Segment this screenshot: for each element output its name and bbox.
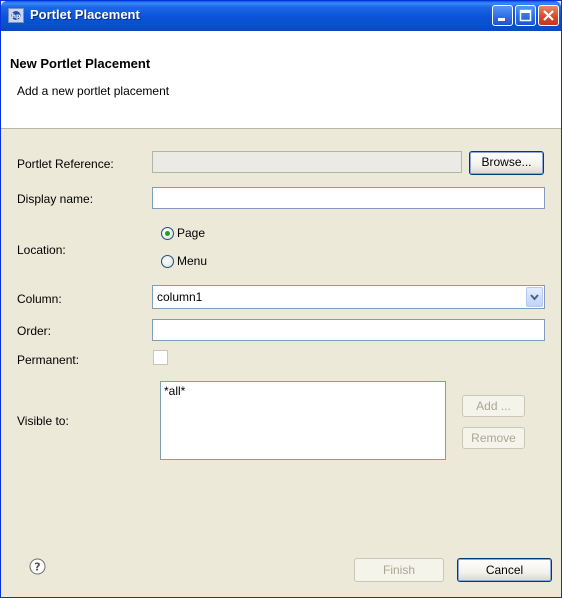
visible-to-label: Visible to:: [17, 414, 69, 428]
maximize-button[interactable]: [515, 5, 536, 26]
column-select[interactable]: column1: [152, 285, 545, 309]
window-title: Portlet Placement: [30, 7, 140, 22]
portlet-reference-label: Portlet Reference:: [17, 157, 114, 171]
radio-page-circle[interactable]: [161, 227, 174, 240]
radio-selected-dot: [165, 231, 170, 236]
display-name-field[interactable]: [152, 187, 545, 209]
page-description: Add a new portlet placement: [17, 84, 170, 98]
close-button[interactable]: [538, 5, 559, 26]
location-label: Location:: [17, 243, 66, 257]
radio-menu-circle[interactable]: [161, 255, 174, 268]
display-name-label: Display name:: [17, 192, 94, 206]
visible-to-list[interactable]: *all*: [160, 381, 446, 460]
permanent-label: Permanent:: [17, 353, 80, 367]
finish-button[interactable]: Finish: [354, 558, 444, 582]
order-field[interactable]: [152, 319, 545, 341]
chevron-down-icon[interactable]: [526, 287, 543, 307]
permanent-checkbox[interactable]: [153, 350, 168, 365]
list-item[interactable]: *all*: [164, 384, 185, 398]
page-title: New Portlet Placement: [10, 56, 151, 71]
svg-text:hp: hp: [12, 13, 21, 20]
radio-menu-label: Menu: [177, 254, 208, 268]
dialog-window: hp Portlet Placement New Portlet Placeme…: [0, 0, 562, 598]
column-label: Column:: [17, 292, 62, 306]
add-button[interactable]: Add ...: [462, 395, 525, 417]
portlet-reference-field[interactable]: [152, 151, 462, 173]
svg-text:?: ?: [34, 561, 40, 574]
browse-button[interactable]: Browse...: [469, 151, 544, 175]
radio-page-label: Page: [177, 226, 206, 240]
order-label: Order:: [17, 324, 52, 338]
minimize-button[interactable]: [492, 5, 513, 26]
help-icon[interactable]: ?: [29, 558, 46, 575]
title-bar[interactable]: hp Portlet Placement: [1, 1, 561, 31]
wizard-header: New Portlet Placement Add a new portlet …: [1, 31, 561, 129]
column-select-value: column1: [157, 290, 203, 304]
app-icon: hp: [8, 8, 24, 23]
cancel-button[interactable]: Cancel: [457, 558, 552, 582]
remove-button[interactable]: Remove: [462, 427, 525, 449]
